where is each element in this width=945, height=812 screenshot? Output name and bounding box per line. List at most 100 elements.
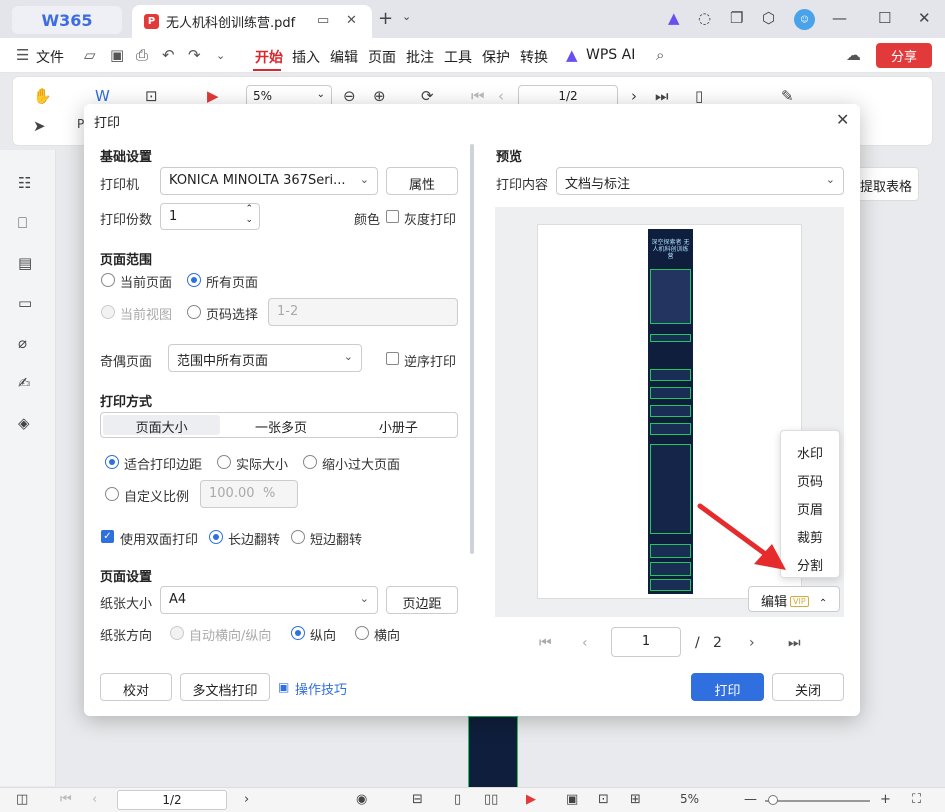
ai-icon[interactable]: ▲	[668, 9, 680, 27]
maximize-icon[interactable]: ☐	[878, 9, 891, 27]
rotate-icon[interactable]: ⟳	[421, 87, 434, 105]
select-arrow-icon[interactable]: ➤	[33, 117, 46, 135]
avatar[interactable]: ☺	[794, 9, 815, 30]
fit-margin-radio[interactable]	[105, 455, 119, 469]
copies-stepper[interactable]: 1 ⌃ ⌄	[160, 203, 260, 230]
grayscale-checkbox[interactable]	[386, 210, 399, 223]
duplex-checkbox[interactable]: ✓	[101, 530, 114, 543]
menu-annotate[interactable]: 批注	[406, 47, 434, 67]
short-edge-radio[interactable]	[291, 530, 305, 544]
popup-split[interactable]: 分割	[797, 555, 823, 574]
save-icon[interactable]: ▣	[110, 46, 124, 64]
app-logo[interactable]: W365	[12, 6, 122, 34]
book-view-icon[interactable]: ▯	[695, 87, 703, 105]
chevron-down-icon[interactable]: ⌄	[402, 10, 411, 23]
play-icon[interactable]: ▶	[526, 792, 536, 807]
eye-icon[interactable]: ◉	[356, 792, 367, 807]
odd-even-select[interactable]: 范围中所有页面 ⌄	[168, 344, 362, 372]
new-tab-icon[interactable]: +	[378, 8, 393, 29]
preview-next-icon[interactable]: ›	[749, 635, 755, 651]
tips-link[interactable]: 操作技巧	[295, 679, 347, 698]
document-tab[interactable]: P 无人机科创训练营.pdf ▭ ✕	[132, 5, 372, 38]
printer-select[interactable]: KONICA MINOLTA 367Seri... ⌄	[160, 167, 378, 195]
status-zoom[interactable]: 5%	[680, 792, 699, 806]
prev-page-icon[interactable]: ‹	[92, 792, 97, 807]
cloud-icon[interactable]: ☁	[846, 46, 861, 64]
all-pages-radio[interactable]	[187, 273, 201, 287]
undo-icon[interactable]: ↶	[162, 46, 175, 64]
menu-page[interactable]: 页面	[368, 47, 396, 67]
menu-file[interactable]: 文件	[36, 47, 64, 67]
menu-edit[interactable]: 编辑	[330, 47, 358, 67]
popup-page-number[interactable]: 页码	[797, 471, 823, 490]
popup-crop[interactable]: 裁剪	[797, 527, 823, 546]
preview-last-icon[interactable]: ⏭	[788, 635, 801, 651]
copy-window-icon[interactable]: ❐	[730, 9, 743, 27]
fullscreen-width-icon[interactable]: ⊞	[630, 792, 641, 807]
auto-orientation-radio[interactable]	[170, 626, 184, 640]
last-page-icon[interactable]: ⏭	[655, 87, 669, 105]
edit-button[interactable]: 编辑 VIP ⌃	[748, 586, 840, 612]
tab-close-icon[interactable]: ✕	[346, 13, 357, 28]
custom-scale-radio[interactable]	[105, 487, 119, 501]
minimize-icon[interactable]: —	[832, 9, 847, 27]
zoom-in-icon[interactable]: +	[880, 792, 891, 807]
page-range-input[interactable]: 1-2	[268, 298, 458, 326]
close-button[interactable]: 关闭	[772, 673, 844, 701]
properties-button[interactable]: 属性	[386, 167, 458, 195]
settings-scrollbar[interactable]	[470, 144, 474, 554]
outline-icon[interactable]: ☷	[18, 174, 31, 192]
close-window-icon[interactable]: ✕	[918, 9, 931, 27]
tab-booklet[interactable]: 小册子	[340, 413, 457, 437]
zoom-in-icon[interactable]: ⊕	[373, 87, 386, 105]
pencil-icon[interactable]: ✎	[781, 87, 794, 105]
zoom-slider[interactable]	[765, 800, 870, 802]
thumbnail-icon[interactable]: ▤	[18, 254, 32, 272]
word-convert-icon[interactable]: W	[95, 87, 110, 105]
bookmark-icon[interactable]: ⎕	[18, 214, 27, 232]
cube-icon[interactable]: ⬡	[762, 9, 775, 27]
print-button[interactable]: 打印	[691, 673, 764, 701]
margins-button[interactable]: 页边距	[386, 586, 458, 614]
next-page-icon[interactable]: ›	[631, 87, 637, 105]
portrait-radio[interactable]	[291, 626, 305, 640]
image-icon[interactable]: ⊡	[145, 87, 158, 105]
double-page-icon[interactable]: ▯▯	[484, 792, 498, 807]
chat-icon[interactable]: ◌	[698, 9, 711, 27]
long-edge-radio[interactable]	[209, 530, 223, 544]
fullscreen-icon[interactable]: ⛶	[912, 792, 921, 807]
menu-wps-ai[interactable]: WPS AI	[586, 47, 635, 63]
zoom-out-icon[interactable]: —	[744, 792, 757, 807]
menu-protect[interactable]: 保护	[482, 47, 510, 67]
popup-header[interactable]: 页眉	[797, 499, 823, 518]
multi-document-print-button[interactable]: 多文档打印	[180, 673, 270, 701]
landscape-radio[interactable]	[355, 626, 369, 640]
folder-icon[interactable]: ▱	[84, 46, 96, 64]
comment-icon[interactable]: ▭	[18, 294, 32, 312]
share-button[interactable]: 分享	[876, 43, 932, 68]
prev-page-icon[interactable]: ‹	[498, 87, 504, 105]
page-select-radio[interactable]	[187, 305, 201, 319]
current-view-radio[interactable]	[101, 305, 115, 319]
tab-multi-page[interactable]: 一张多页	[222, 413, 339, 437]
paper-size-select[interactable]: A4 ⌄	[160, 586, 378, 614]
single-page-icon[interactable]: ▯	[454, 792, 461, 807]
sidebar-toggle-icon[interactable]: ◫	[16, 792, 28, 807]
scale-input[interactable]: 100.00 %	[200, 480, 298, 508]
actual-size-radio[interactable]	[217, 455, 231, 469]
print-content-select[interactable]: 文档与标注 ⌄	[556, 167, 844, 195]
reverse-checkbox[interactable]	[386, 352, 399, 365]
fit-page-icon[interactable]: ⊡	[598, 792, 609, 807]
first-page-icon[interactable]: ⏮	[471, 87, 485, 105]
extract-table-button[interactable]: 提取表格	[855, 167, 919, 201]
preview-prev-icon[interactable]: ‹	[582, 635, 588, 651]
proof-button[interactable]: 校对	[100, 673, 172, 701]
first-page-icon[interactable]: ⏮	[60, 792, 72, 807]
print-icon[interactable]: ⎙	[136, 46, 148, 64]
menu-start[interactable]: 开始	[255, 47, 283, 67]
hamburger-icon[interactable]: ☰	[16, 46, 29, 64]
shrink-large-radio[interactable]	[303, 455, 317, 469]
search-icon[interactable]: ⌕	[656, 46, 664, 64]
menu-tools[interactable]: 工具	[444, 47, 472, 67]
actual-size-icon[interactable]: ▣	[566, 792, 578, 807]
